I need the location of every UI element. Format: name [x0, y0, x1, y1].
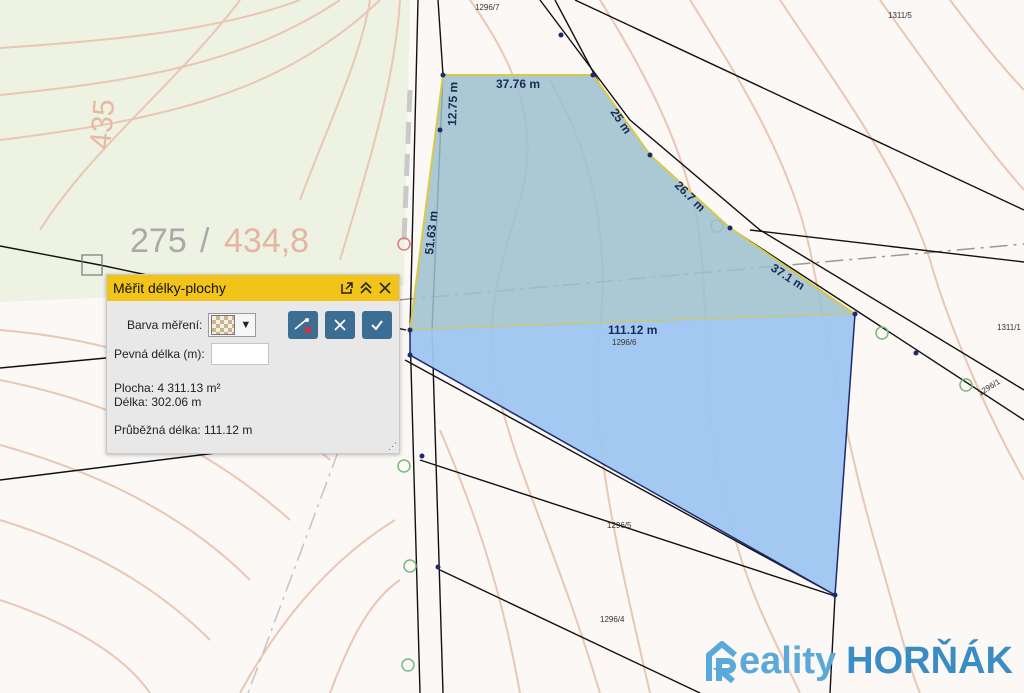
popout-icon[interactable] [338, 280, 355, 297]
parcel-label: 1296/6 [612, 338, 637, 347]
segment-length-label: 37.76 m [496, 77, 540, 91]
clear-icon [294, 318, 312, 334]
fixed-length-label: Pevná délka (m): [114, 347, 205, 361]
area-readout: Plocha: 4 311.13 m² [114, 381, 221, 395]
confirm-icon [371, 320, 383, 331]
color-row: Barva měření: ▼ [127, 311, 257, 339]
clear-measure-button[interactable] [288, 311, 318, 339]
collapse-icon[interactable] [357, 280, 374, 297]
house-r-logo-icon [706, 640, 737, 683]
brand-text-part2: HORŇÁK [846, 640, 1013, 682]
segment-length-label: 111.12 m [608, 323, 657, 337]
parcel-label: 1296/4 [600, 615, 625, 624]
resize-handle[interactable]: ⋰ [388, 441, 397, 452]
color-select[interactable]: ▼ [208, 313, 257, 337]
height-label-b: 434,8 [224, 222, 309, 260]
color-swatch [211, 315, 236, 335]
color-label: Barva měření: [127, 318, 203, 332]
close-icon[interactable] [376, 280, 393, 297]
panel-header[interactable]: Měřit délky-plochy [107, 275, 399, 301]
fixed-length-input[interactable] [210, 343, 269, 365]
parcel-label: 1311/1 [997, 323, 1021, 332]
confirm-button[interactable] [362, 311, 392, 339]
parcel-label: 1311/5 [888, 11, 912, 20]
brand-text-part1: eality [739, 640, 837, 682]
height-label-a: 275 [130, 222, 187, 260]
height-label-sep: / [200, 222, 210, 260]
fixed-length-row: Pevná délka (m): [114, 342, 269, 366]
running-length-readout: Průběžná délka: 111.12 m [114, 423, 253, 437]
parcel-label: 1296/7 [475, 3, 500, 12]
segment-length-label: 12.75 m [445, 82, 461, 127]
parcel-label: 1296/5 [607, 521, 632, 530]
brand-logo: eality HORŇÁK [705, 640, 1013, 683]
contour-label-435: 435 [84, 98, 121, 151]
cancel-icon [334, 319, 346, 331]
chevron-down-icon: ▼ [240, 319, 252, 331]
panel-title: Měřit délky-plochy [113, 280, 226, 296]
cancel-button[interactable] [325, 311, 355, 339]
measure-panel: Měřit délky-plochy Barva měření: ▼ Pevná… [106, 274, 400, 454]
length-readout: Délka: 302.06 m [114, 395, 202, 409]
